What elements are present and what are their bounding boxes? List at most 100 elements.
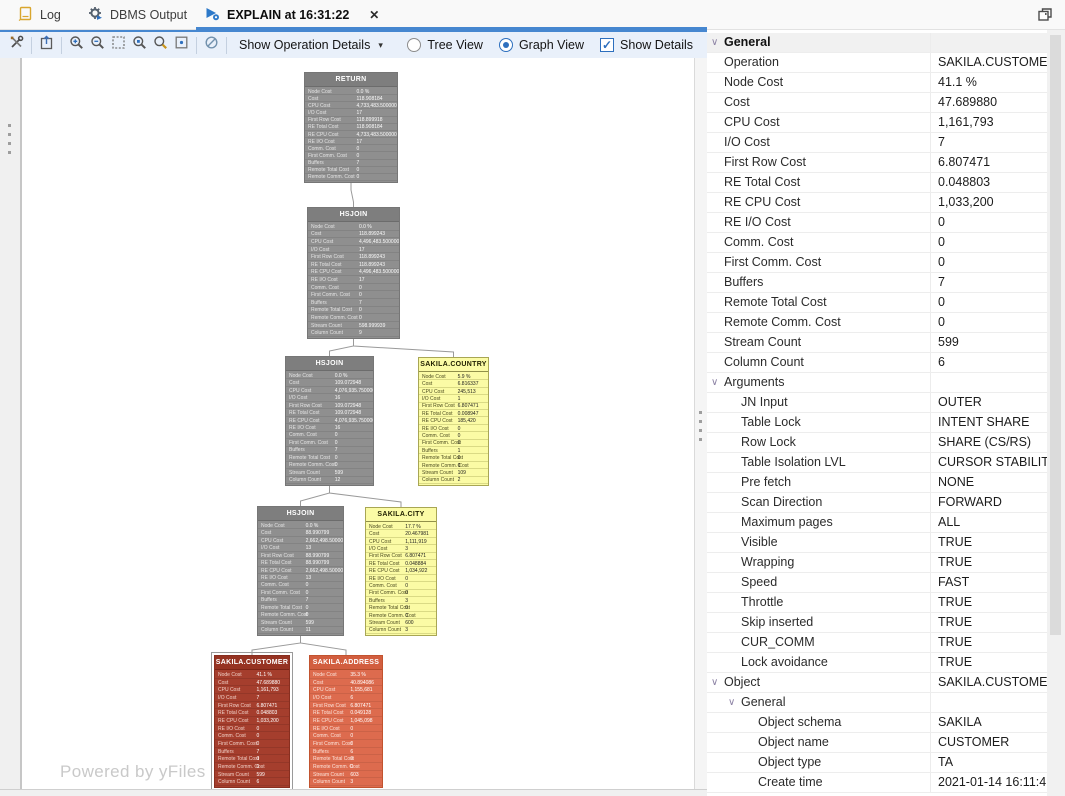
zoom-in-button[interactable] — [66, 34, 87, 56]
drag-handle-icon[interactable] — [699, 405, 702, 447]
property-row[interactable]: Object nameCUSTOMER — [707, 733, 1047, 753]
property-value: 0 — [930, 213, 1047, 232]
property-row[interactable]: CUR_COMMTRUE — [707, 633, 1047, 653]
show-details-label[interactable]: Show Details — [620, 38, 693, 52]
plan-node-stat-row: Node Cost0.0 % — [286, 372, 373, 379]
plan-node-country[interactable]: SAKILA.COUNTRYNode Cost5.9 %Cost6.816337… — [418, 357, 489, 486]
property-row[interactable]: Column Count6 — [707, 353, 1047, 373]
chevron-expanded-icon[interactable]: ∨ — [711, 33, 718, 52]
property-value: FAST — [930, 573, 1047, 592]
properties-scrollbar[interactable] — [1047, 30, 1065, 796]
plan-node-return[interactable]: RETURNNode Cost0.0 %Cost118.908184CPU Co… — [304, 72, 398, 183]
property-row[interactable]: First Row Cost6.807471 — [707, 153, 1047, 173]
plan-node-customer[interactable]: SAKILA.CUSTOMERNode Cost41.1 %Cost47.689… — [214, 655, 290, 788]
chevron-expanded-icon[interactable]: ∨ — [711, 373, 718, 392]
property-row[interactable]: ∨General — [707, 33, 1047, 53]
property-row[interactable]: RE I/O Cost0 — [707, 213, 1047, 233]
property-row[interactable]: Object schemaSAKILA — [707, 713, 1047, 733]
scrollbar-thumb[interactable] — [1050, 35, 1061, 635]
panel-divider[interactable] — [694, 58, 707, 789]
property-row[interactable]: Remote Total Cost0 — [707, 293, 1047, 313]
property-row[interactable]: Comm. Cost0 — [707, 233, 1047, 253]
property-value: SAKILA — [930, 713, 1047, 732]
graph-view-radio[interactable] — [499, 38, 513, 52]
property-label: Scan Direction — [707, 493, 930, 512]
property-row[interactable]: WrappingTRUE — [707, 553, 1047, 573]
plan-node-hsjoin-2[interactable]: HSJOINNode Cost0.0 %Cost109.072948CPU Co… — [285, 356, 374, 486]
property-row[interactable]: Create time2021-01-14 16:11:41 — [707, 773, 1047, 793]
property-label: First Row Cost — [707, 153, 930, 172]
chevron-expanded-icon[interactable]: ∨ — [728, 693, 735, 712]
property-row[interactable]: RE CPU Cost1,033,200 — [707, 193, 1047, 213]
property-row[interactable]: ThrottleTRUE — [707, 593, 1047, 613]
property-row[interactable]: Scan DirectionFORWARD — [707, 493, 1047, 513]
property-row[interactable]: Buffers7 — [707, 273, 1047, 293]
plan-node-stat-row: CPU Cost4,076,935.750000 — [286, 387, 373, 394]
property-row[interactable]: I/O Cost7 — [707, 133, 1047, 153]
property-row[interactable]: Stream Count599 — [707, 333, 1047, 353]
property-row[interactable]: Node Cost41.1 % — [707, 73, 1047, 93]
property-label: CPU Cost — [707, 113, 930, 132]
marquee-zoom-button[interactable] — [108, 34, 129, 56]
property-row[interactable]: Cost47.689880 — [707, 93, 1047, 113]
property-row[interactable]: Pre fetchNONE — [707, 473, 1047, 493]
zoom-out-button[interactable] — [87, 34, 108, 56]
plan-node-stat-row: Remote Comm. Cost0 — [419, 462, 488, 469]
property-row[interactable]: CPU Cost1,161,793 — [707, 113, 1047, 133]
property-row[interactable]: Table LockINTENT SHARE — [707, 413, 1047, 433]
plan-node-address[interactable]: SAKILA.ADDRESSNode Cost35.3 %Cost40.8940… — [309, 655, 383, 788]
left-gutter — [0, 58, 22, 789]
property-row[interactable]: Remote Comm. Cost0 — [707, 313, 1047, 333]
fit-content-button[interactable] — [171, 34, 192, 56]
tab-explain[interactable]: EXPLAIN at 16:31:22 ✕ — [196, 0, 390, 29]
property-row[interactable]: Row LockSHARE (CS/RS) — [707, 433, 1047, 453]
plan-node-stat-row: Node Cost0.0 % — [258, 522, 343, 529]
property-label: Maximum pages — [707, 513, 930, 532]
property-row[interactable]: First Comm. Cost0 — [707, 253, 1047, 273]
tree-view-label[interactable]: Tree View — [427, 38, 483, 52]
tab-dbms-output[interactable]: DBMS Output — [80, 0, 195, 29]
plan-canvas[interactable]: RETURNNode Cost0.0 %Cost118.908184CPU Co… — [22, 58, 694, 789]
property-row[interactable]: SpeedFAST — [707, 573, 1047, 593]
search-button[interactable] — [150, 34, 171, 56]
property-row[interactable]: Lock avoidanceTRUE — [707, 653, 1047, 673]
save-diagram-button[interactable] — [36, 34, 57, 56]
plan-node-hsjoin-3[interactable]: HSJOINNode Cost0.0 %Cost88.990799CPU Cos… — [257, 506, 344, 636]
tab-label: EXPLAIN at 16:31:22 — [227, 8, 349, 22]
property-row[interactable]: JN InputOUTER — [707, 393, 1047, 413]
property-row[interactable]: RE Total Cost0.048803 — [707, 173, 1047, 193]
property-row[interactable]: Maximum pagesALL — [707, 513, 1047, 533]
property-label: Object schema — [707, 713, 930, 732]
property-value: TRUE — [930, 613, 1047, 632]
diagram-settings-button[interactable] — [6, 34, 27, 56]
property-row[interactable]: OperationSAKILA.CUSTOMER — [707, 53, 1047, 73]
overview-toggle-button[interactable] — [201, 34, 222, 56]
plan-edge — [330, 339, 354, 356]
plan-node-stat-row: Buffers6 — [310, 748, 382, 756]
plan-node-city[interactable]: SAKILA.CITYNode Cost17.7 %Cost20.467981C… — [365, 507, 437, 636]
plan-node-stat-row: RE CPU Cost4,076,935.750000 — [286, 417, 373, 424]
plan-node-stat-row: Stream Count598.999939 — [308, 322, 399, 330]
property-row[interactable]: ∨General — [707, 693, 1047, 713]
restore-pane-icon[interactable] — [1035, 6, 1055, 24]
tab-log[interactable]: Log — [10, 0, 69, 29]
plan-node-stat-row: Remote Comm. Cost0 — [215, 763, 289, 771]
property-row[interactable]: VisibleTRUE — [707, 533, 1047, 553]
details-dropdown[interactable]: Show Operation Details ▾ — [231, 34, 391, 56]
property-value: TRUE — [930, 633, 1047, 652]
chevron-expanded-icon[interactable]: ∨ — [711, 673, 718, 692]
drag-handle-icon[interactable] — [8, 118, 11, 160]
property-row[interactable]: Object typeTA — [707, 753, 1047, 773]
graph-view-label[interactable]: Graph View — [519, 38, 584, 52]
property-row[interactable]: ∨Arguments — [707, 373, 1047, 393]
plan-node-stat-row: RE Total Cost118.899243 — [308, 261, 399, 269]
plan-node-hsjoin-1[interactable]: HSJOINNode Cost0.0 %Cost118.899243CPU Co… — [307, 207, 400, 339]
property-row[interactable]: Table Isolation LVLCURSOR STABILITY — [707, 453, 1047, 473]
property-row[interactable]: Skip insertedTRUE — [707, 613, 1047, 633]
property-value — [930, 693, 1047, 712]
tab-close-icon[interactable]: ✕ — [366, 8, 382, 22]
property-row[interactable]: ∨ObjectSAKILA.CUSTOMER — [707, 673, 1047, 693]
tree-view-radio[interactable] — [407, 38, 421, 52]
zoom-original-button[interactable] — [129, 34, 150, 56]
show-details-checkbox[interactable]: ✓ — [600, 38, 614, 52]
